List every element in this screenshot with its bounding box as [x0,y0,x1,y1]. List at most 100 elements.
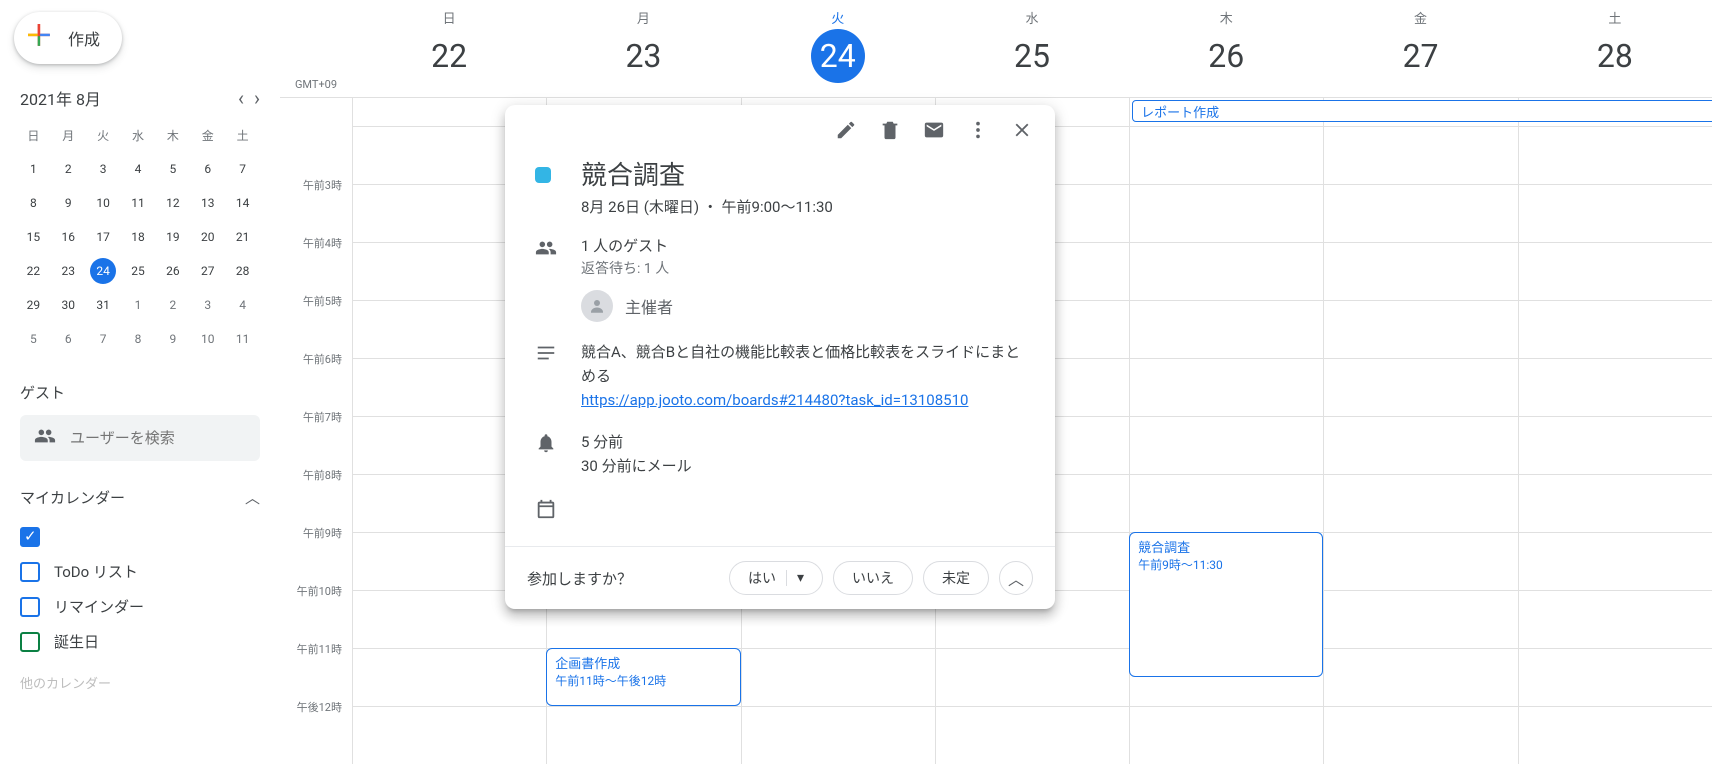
grid-cell[interactable] [1518,706,1712,764]
grid-cell[interactable] [1129,416,1323,474]
grid-cell[interactable] [1518,300,1712,358]
grid-cell[interactable] [935,648,1129,706]
day-header[interactable]: 土28 [1518,0,1712,97]
grid-cell[interactable] [1129,706,1323,764]
allday-event-report[interactable]: レポート作成 [1132,100,1712,122]
mini-day[interactable]: 21 [225,220,260,254]
day-header[interactable]: 月23 [546,0,740,97]
mini-day[interactable]: 5 [155,152,190,186]
rsvp-no-button[interactable]: いいえ [833,561,913,595]
mini-day[interactable]: 9 [51,186,86,220]
calendar-checkbox[interactable] [20,632,40,652]
event-planning[interactable]: 企画書作成午前11時～午後12時 [546,648,740,706]
mini-day[interactable]: 7 [86,322,121,356]
close-icon[interactable] [1011,119,1033,145]
grid-cell[interactable] [1129,300,1323,358]
grid-cell[interactable] [741,706,935,764]
mini-day[interactable]: 30 [51,288,86,322]
edit-icon[interactable] [835,119,857,145]
more-icon[interactable] [967,119,989,145]
day-header[interactable]: 金27 [1323,0,1517,97]
grid-cell[interactable] [1518,648,1712,706]
event-link[interactable]: https://app.jooto.com/boards#214480?task… [581,391,968,409]
mini-day[interactable]: 14 [225,186,260,220]
mini-day[interactable]: 1 [16,152,51,186]
calendar-item[interactable]: リマインダー [20,589,260,624]
grid-cell[interactable] [1518,590,1712,648]
grid-cell[interactable] [546,706,740,764]
mini-day[interactable]: 25 [121,254,156,288]
mini-day[interactable]: 13 [190,186,225,220]
grid-cell[interactable] [935,706,1129,764]
mini-day[interactable]: 2 [155,288,190,322]
mini-day[interactable]: 5 [16,322,51,356]
grid-cell[interactable] [1323,474,1517,532]
delete-icon[interactable] [879,119,901,145]
day-header[interactable]: 水25 [935,0,1129,97]
mini-day[interactable]: 18 [121,220,156,254]
create-button[interactable]: 作成 [14,12,122,64]
guest-search-input[interactable] [70,429,246,447]
grid-cell[interactable] [1323,300,1517,358]
grid-cell[interactable] [1323,416,1517,474]
email-icon[interactable] [923,119,945,145]
mini-day[interactable]: 4 [225,288,260,322]
mini-day[interactable]: 24 [86,254,121,288]
mini-day[interactable]: 15 [16,220,51,254]
rsvp-yes-button[interactable]: はい▾ [729,561,823,595]
mini-day[interactable]: 22 [16,254,51,288]
mini-day[interactable]: 4 [121,152,156,186]
grid-cell[interactable] [1129,358,1323,416]
grid-cell[interactable] [1129,126,1323,184]
calendar-checkbox[interactable] [20,527,40,547]
mini-day[interactable]: 12 [155,186,190,220]
grid-cell[interactable] [1129,474,1323,532]
grid-cell[interactable] [1323,590,1517,648]
mini-day[interactable]: 11 [225,322,260,356]
mini-day[interactable]: 8 [121,322,156,356]
mini-day[interactable]: 7 [225,152,260,186]
event-research[interactable]: 競合調査午前9時～11:30 [1129,532,1323,677]
mini-day[interactable]: 11 [121,186,156,220]
mini-day[interactable]: 17 [86,220,121,254]
rsvp-expand-button[interactable]: ︿ [999,561,1033,595]
calendar-item[interactable]: ToDo リスト [20,554,260,589]
mini-day[interactable]: 23 [51,254,86,288]
mini-day[interactable]: 31 [86,288,121,322]
mini-day[interactable]: 16 [51,220,86,254]
mini-day[interactable]: 27 [190,254,225,288]
grid-cell[interactable] [1518,184,1712,242]
mini-day[interactable]: 9 [155,322,190,356]
grid-cell[interactable] [1518,416,1712,474]
mini-day[interactable]: 10 [190,322,225,356]
grid-cell[interactable] [1129,184,1323,242]
grid-cell[interactable] [1518,242,1712,300]
rsvp-maybe-button[interactable]: 未定 [923,561,989,595]
mini-day[interactable]: 26 [155,254,190,288]
mini-day[interactable]: 10 [86,186,121,220]
mini-day[interactable]: 3 [86,152,121,186]
grid-cell[interactable] [1129,242,1323,300]
mini-day[interactable]: 6 [190,152,225,186]
grid-cell[interactable] [352,648,546,706]
mini-day[interactable]: 3 [190,288,225,322]
mini-day[interactable]: 8 [16,186,51,220]
guest-search[interactable] [20,415,260,461]
mini-day[interactable]: 19 [155,220,190,254]
prev-month-button[interactable]: ‹ [238,86,244,110]
grid-cell[interactable] [1323,126,1517,184]
mini-day[interactable]: 29 [16,288,51,322]
mini-day[interactable]: 6 [51,322,86,356]
grid-cell[interactable] [352,706,546,764]
day-header[interactable]: 木26 [1129,0,1323,97]
day-header[interactable]: 日22 [352,0,546,97]
calendar-checkbox[interactable] [20,597,40,617]
grid-cell[interactable] [1323,706,1517,764]
next-month-button[interactable]: › [254,86,260,110]
grid-cell[interactable] [1323,648,1517,706]
grid-cell[interactable] [1323,532,1517,590]
mini-day[interactable]: 20 [190,220,225,254]
grid-cell[interactable] [1323,242,1517,300]
grid-cell[interactable] [1323,358,1517,416]
calendar-checkbox[interactable] [20,562,40,582]
